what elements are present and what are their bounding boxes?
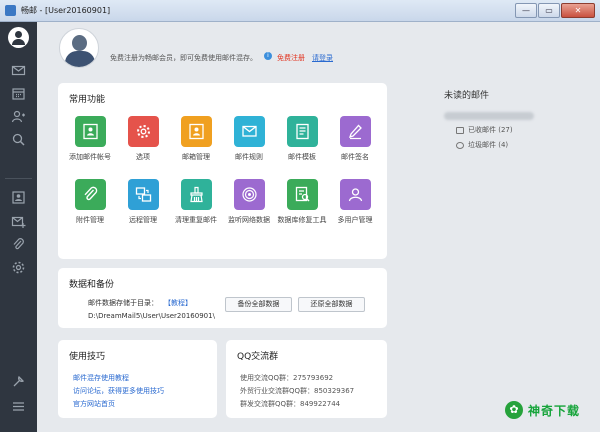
mailbox-manage-icon (180, 116, 212, 147)
qq-line: 使用交流QQ群：275793692 (240, 374, 334, 382)
restore-all-button[interactable]: 还原全部数据 (298, 297, 365, 312)
qq-group-card: QQ交流群 使用交流QQ群：275793692 外贸行业交流群QQ群：85032… (226, 340, 387, 418)
attachment-icon[interactable] (11, 237, 26, 252)
func-monitor-network[interactable]: 监听网络数据 (223, 179, 275, 225)
func-label: 清理重复邮件 (175, 216, 217, 224)
func-db-repair[interactable]: 数据库修复工具 (276, 179, 328, 225)
mail-rules-icon (233, 116, 265, 147)
calendar-icon[interactable] (11, 86, 26, 101)
func-label: 远程管理 (129, 216, 157, 224)
func-clean-duplicates[interactable]: 清理重复邮件 (170, 179, 222, 225)
received-label: 已收邮件 (27) (468, 126, 513, 134)
func-label: 多用户管理 (337, 216, 373, 224)
data-backup-title: 数据和备份 (69, 280, 115, 290)
data-backup-card: 数据和备份 邮件数据存储于目录： 【教程】 D:\DreamMail5\User… (58, 268, 387, 328)
attachment-manage-icon (74, 179, 106, 210)
main-area: 免费注册为畅邮会员，即可免费使用邮件混存。 i 免费注册 请登录 常用功能 添加… (37, 22, 600, 432)
func-options[interactable]: 选项 (117, 116, 169, 162)
avatar-head (72, 35, 87, 51)
func-mailbox-manage[interactable]: 邮箱管理 (170, 116, 222, 162)
search-icon[interactable] (11, 132, 26, 147)
func-remote-manage[interactable]: 远程管理 (117, 179, 169, 225)
nav-divider (5, 178, 32, 179)
func-mail-template[interactable]: 邮件模板 (276, 116, 328, 162)
watermark: ✿ 神奇下载 (505, 401, 580, 419)
add-account-icon (74, 116, 106, 147)
profile-icon[interactable] (11, 190, 26, 205)
avatar-icon[interactable] (8, 27, 29, 48)
junk-folder[interactable]: 垃圾邮件 (4) (456, 140, 508, 150)
qq-group-title: QQ交流群 (237, 352, 279, 362)
title-bar: 畅邮 - [User20160901] — ▭ ✕ (0, 0, 600, 22)
qq-line: 外贸行业交流群QQ群：850329367 (240, 387, 355, 395)
options-icon (127, 116, 159, 147)
register-link[interactable]: 免费注册 (277, 53, 305, 63)
func-signature[interactable]: 邮件签名 (329, 116, 381, 162)
clean-duplicates-icon (180, 179, 212, 210)
tutorial-link[interactable]: 【教程】 (164, 298, 192, 308)
func-attachment-manage[interactable]: 附件管理 (64, 179, 116, 225)
watermark-text: 神奇下载 (528, 403, 581, 418)
left-nav (0, 22, 37, 432)
watermark-logo-icon: ✿ (505, 401, 523, 419)
compose-icon[interactable] (11, 214, 26, 229)
junk-icon (456, 141, 464, 149)
storage-label: 邮件数据存储于目录： (88, 299, 158, 307)
func-label: 数据库修复工具 (277, 216, 327, 224)
func-label: 选项 (136, 153, 150, 161)
common-functions-card: 常用功能 添加邮件帐号 选项 邮箱管理 邮件规则 邮件模板 邮件签名 附件管理 … (58, 83, 387, 259)
func-label: 邮件模板 (288, 153, 316, 161)
received-folder[interactable]: 已收邮件 (27) (456, 125, 513, 135)
banner-text: 免费注册为畅邮会员，即可免费使用邮件混存。 (110, 54, 257, 62)
top-banner: 免费注册为畅邮会员，即可免费使用邮件混存。 i 免费注册 请登录 (37, 22, 600, 74)
db-repair-icon (286, 179, 318, 210)
func-label: 邮箱管理 (182, 153, 210, 161)
func-add-account[interactable]: 添加邮件帐号 (64, 116, 116, 162)
func-mail-rules[interactable]: 邮件规则 (223, 116, 275, 162)
backup-all-button[interactable]: 备份全部数据 (225, 297, 292, 312)
func-label: 监听网络数据 (228, 216, 270, 224)
tip-link[interactable]: 邮件混存使用教程 (73, 373, 129, 383)
settings-icon[interactable] (11, 260, 26, 275)
storage-path: D:\DreamMail5\User\User20160901\ (88, 312, 215, 320)
maximize-button[interactable]: ▭ (538, 3, 560, 18)
multi-user-icon (339, 179, 371, 210)
window-controls: — ▭ ✕ (514, 3, 595, 18)
menu-icon[interactable] (11, 399, 26, 414)
close-button[interactable]: ✕ (561, 3, 595, 18)
func-label: 邮件规则 (235, 153, 263, 161)
tips-title: 使用技巧 (69, 352, 106, 362)
tip-link[interactable]: 访问论坛，获得更多使用技巧 (73, 386, 164, 396)
contacts-icon[interactable] (11, 109, 26, 124)
app-icon (5, 5, 16, 16)
inbox-icon (456, 126, 464, 134)
user-avatar[interactable] (59, 28, 99, 68)
mail-template-icon (286, 116, 318, 147)
account-blurred[interactable] (444, 112, 534, 120)
func-label: 附件管理 (76, 216, 104, 224)
func-label: 邮件签名 (341, 153, 369, 161)
common-functions-title: 常用功能 (69, 95, 106, 105)
junk-label: 垃圾邮件 (4) (468, 141, 509, 149)
login-link[interactable]: 请登录 (312, 53, 333, 63)
func-label: 添加邮件帐号 (69, 153, 111, 161)
tools-icon[interactable] (11, 374, 26, 389)
func-multi-user[interactable]: 多用户管理 (329, 179, 381, 225)
mail-icon[interactable] (11, 63, 26, 78)
tips-card: 使用技巧 邮件混存使用教程 访问论坛，获得更多使用技巧 官方网站首页 (58, 340, 217, 418)
qq-line: 群发交流群QQ群：849922744 (240, 400, 341, 408)
tip-link[interactable]: 官方网站首页 (73, 399, 115, 409)
signature-icon (339, 116, 371, 147)
avatar-body (65, 51, 95, 67)
monitor-icon (233, 179, 265, 210)
info-icon: i (264, 52, 272, 60)
unread-mail-title: 未读的邮件 (444, 91, 490, 101)
minimize-button[interactable]: — (515, 3, 537, 18)
window-title: 畅邮 - [User20160901] (21, 6, 111, 15)
remote-manage-icon (127, 179, 159, 210)
